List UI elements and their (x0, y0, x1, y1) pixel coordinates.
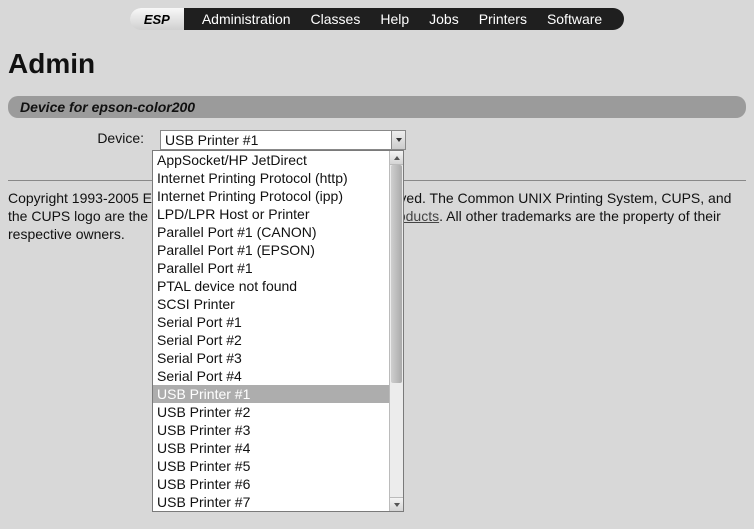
scrollbar[interactable] (389, 151, 403, 511)
device-option[interactable]: LPD/LPR Host or Printer (153, 205, 389, 223)
scroll-down-icon[interactable] (390, 497, 403, 511)
nav-link-printers[interactable]: Printers (469, 11, 537, 27)
device-option[interactable]: Serial Port #3 (153, 349, 389, 367)
device-option[interactable]: USB Printer #5 (153, 457, 389, 475)
scroll-up-icon[interactable] (390, 151, 403, 165)
device-select[interactable]: USB Printer #1 (160, 130, 406, 150)
top-nav: ESP AdministrationClassesHelpJobsPrinter… (0, 0, 754, 30)
device-option[interactable]: USB Printer #4 (153, 439, 389, 457)
device-option[interactable]: SCSI Printer (153, 295, 389, 313)
device-option[interactable]: Serial Port #4 (153, 367, 389, 385)
nav-link-classes[interactable]: Classes (301, 11, 371, 27)
nav-link-software[interactable]: Software (537, 11, 612, 27)
section-heading: Device for epson-color200 (8, 96, 746, 118)
device-dropdown[interactable]: AppSocket/HP JetDirectInternet Printing … (152, 150, 404, 512)
device-option[interactable]: AppSocket/HP JetDirect (153, 151, 389, 169)
chevron-down-icon[interactable] (391, 131, 405, 149)
page-title: Admin (0, 30, 754, 88)
device-option[interactable]: USB Printer #7 (153, 493, 389, 511)
device-option[interactable]: Internet Printing Protocol (http) (153, 169, 389, 187)
nav-link-administration[interactable]: Administration (192, 11, 301, 27)
device-label: Device: (0, 130, 148, 146)
brand-pill[interactable]: ESP (130, 8, 184, 30)
device-option[interactable]: Parallel Port #1 (EPSON) (153, 241, 389, 259)
device-row: Device: USB Printer #1 AppSocket/HP JetD… (94, 126, 754, 180)
device-option[interactable]: Serial Port #1 (153, 313, 389, 331)
device-select-value: USB Printer #1 (165, 132, 258, 148)
device-option[interactable]: USB Printer #2 (153, 403, 389, 421)
device-option[interactable]: Parallel Port #1 (CANON) (153, 223, 389, 241)
device-option[interactable]: Internet Printing Protocol (ipp) (153, 187, 389, 205)
nav-link-jobs[interactable]: Jobs (419, 11, 469, 27)
scroll-thumb[interactable] (391, 165, 402, 383)
nav-items: AdministrationClassesHelpJobsPrintersSof… (184, 8, 624, 30)
device-option[interactable]: USB Printer #1 (153, 385, 389, 403)
device-option[interactable]: PTAL device not found (153, 277, 389, 295)
device-option[interactable]: Parallel Port #1 (153, 259, 389, 277)
device-option[interactable]: Serial Port #2 (153, 331, 389, 349)
device-option[interactable]: USB Printer #6 (153, 475, 389, 493)
device-option-list: AppSocket/HP JetDirectInternet Printing … (153, 151, 389, 511)
nav-link-help[interactable]: Help (370, 11, 419, 27)
device-option[interactable]: USB Printer #3 (153, 421, 389, 439)
